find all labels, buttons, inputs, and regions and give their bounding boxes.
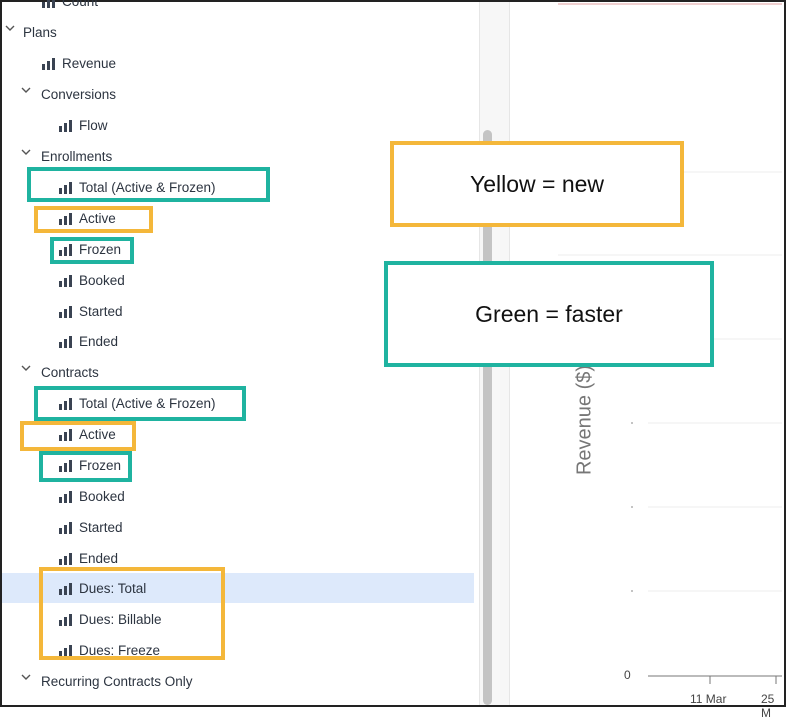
bar-chart-icon <box>59 552 72 565</box>
tree-group-label: Enrollments <box>41 149 113 164</box>
tree-item-enrollments-started[interactable]: Started <box>59 296 123 327</box>
x-tick-label: 11 Mar <box>690 692 727 706</box>
bar-chart-icon <box>42 57 55 70</box>
bar-chart-icon <box>59 274 72 287</box>
tree-item-revenue[interactable]: Revenue <box>42 48 116 79</box>
bar-chart-icon <box>59 335 72 348</box>
tree-item-contracts-started[interactable]: Started <box>59 512 123 543</box>
tree-item-label: Started <box>79 304 123 319</box>
annotation-green-contracts-frozen <box>39 451 132 482</box>
tree-group-plans[interactable]: Plans <box>2 17 57 48</box>
tree-item-enrollments-booked[interactable]: Booked <box>59 265 125 296</box>
tree-item-label: Flow <box>79 118 108 133</box>
annotation-green-enrollments-total <box>27 167 270 202</box>
bar-chart-icon <box>59 521 72 534</box>
legend-yellow: Yellow = new <box>390 141 684 227</box>
chevron-down-icon[interactable] <box>18 365 34 371</box>
tree-item-label: Booked <box>79 273 125 288</box>
annotation-yellow-enrollments-active <box>34 206 153 233</box>
legend-green: Green = faster <box>384 261 714 367</box>
tree-item-flow[interactable]: Flow <box>59 110 108 141</box>
chevron-down-icon[interactable] <box>18 87 34 93</box>
tree-item-enrollments-ended[interactable]: Ended <box>59 326 118 357</box>
tree-item-label: Count <box>62 0 99 9</box>
annotation-yellow-dues <box>39 567 225 660</box>
bar-chart-icon <box>59 305 72 318</box>
tree-group-label: Recurring Contracts Only <box>41 674 193 689</box>
x-tick-label: 25 M <box>761 692 775 720</box>
tree-item-contracts-booked[interactable]: Booked <box>59 481 125 512</box>
annotation-yellow-contracts-active <box>20 421 136 451</box>
tree-item-count[interactable]: Count <box>42 0 98 17</box>
bar-chart-icon <box>59 490 72 503</box>
tree-group-label: Conversions <box>41 87 117 102</box>
bar-chart-icon <box>59 119 72 132</box>
tree-item-label: Ended <box>79 551 119 566</box>
bar-chart-icon <box>42 0 55 8</box>
annotation-green-contracts-total <box>34 386 246 421</box>
tree-item-label: Booked <box>79 489 125 504</box>
y-axis-label: Revenue ($) <box>573 364 596 476</box>
y-tick-zero: 0 <box>624 668 631 682</box>
chevron-down-icon[interactable] <box>2 25 18 31</box>
legend-yellow-text: Yellow = new <box>469 170 605 197</box>
chevron-down-icon[interactable] <box>18 149 34 155</box>
tree-group-label: Plans <box>23 25 57 40</box>
tree-group-conversions[interactable]: Conversions <box>18 79 116 110</box>
tree-group-label: Contracts <box>41 365 99 380</box>
chevron-down-icon[interactable] <box>18 674 34 680</box>
legend-green-text: Green = faster <box>475 300 623 327</box>
tree-group-contracts[interactable]: Contracts <box>18 357 99 388</box>
tree-group-recurring[interactable]: Recurring Contracts Only <box>18 666 193 697</box>
tree-item-label: Started <box>79 520 123 535</box>
tree-item-label: Revenue <box>62 56 117 71</box>
annotation-green-enrollments-frozen <box>50 237 134 264</box>
tree-item-label: Ended <box>79 334 119 349</box>
